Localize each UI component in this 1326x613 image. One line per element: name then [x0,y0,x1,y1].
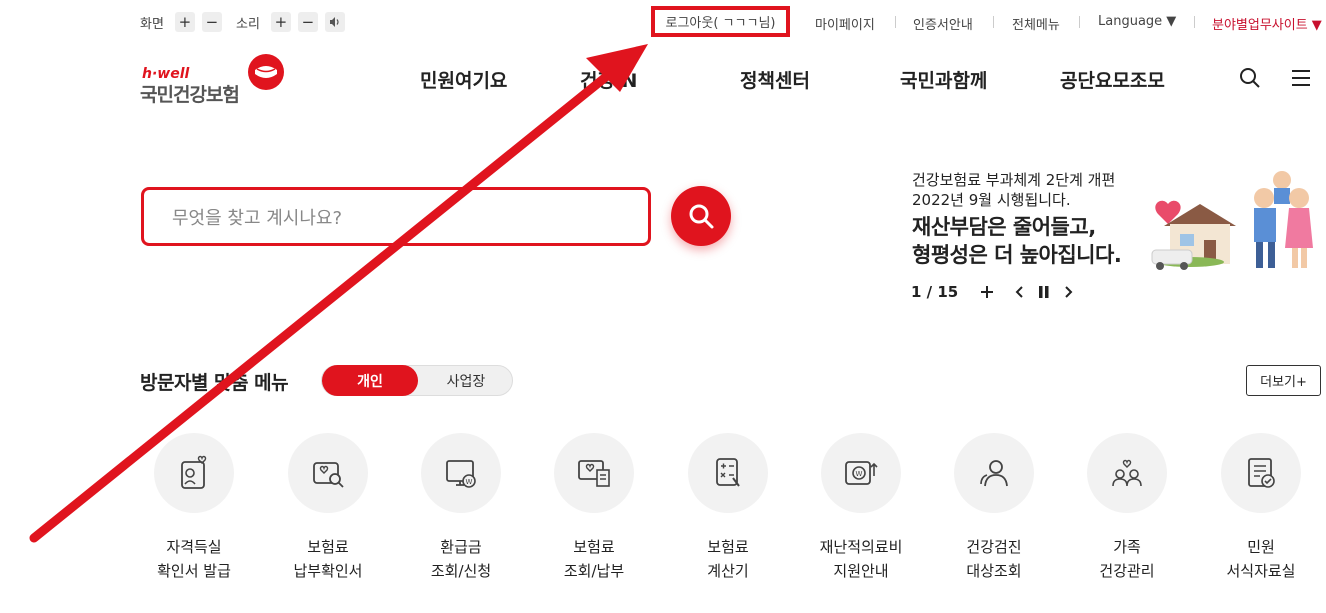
payment-search-icon [313,462,344,488]
tab-business[interactable]: 사업장 [418,366,514,395]
divider [895,16,896,28]
chevron-left-icon[interactable] [1014,285,1024,299]
menu-item-payment-confirm[interactable]: 보험료 납부확인서 [273,433,383,583]
more-button[interactable]: 더보기+ [1246,365,1321,396]
banner-subtitle: 건강보험료 부과체계 2단계 개편 2022년 9월 시행됩니다. [912,170,1115,210]
divider [1079,16,1080,28]
hamburger-menu-icon[interactable] [1290,67,1312,89]
menu-item-family-health[interactable]: 가족 건강관리 [1072,433,1182,583]
menu-item-label: 가족 [1113,538,1141,556]
menu-item-label: 확인서 발급 [157,562,231,580]
family-house-illustration [1151,171,1313,270]
speaker-icon[interactable] [324,12,345,32]
menu-item-label: 보험료 [307,538,349,556]
banner-headline: 재산부담은 줄어들고, 형평성은 더 높아집니다. [912,213,1122,269]
menu-item-label: 지원안내 [833,562,889,580]
nav-item-civil[interactable]: 민원여기요 [420,66,507,93]
menu-item-qualification[interactable]: 자격득실 확인서 발급 [139,433,249,583]
volume-up-button[interactable]: + [270,12,291,32]
menu-item-forms[interactable]: 민원 서식자료실 [1206,433,1316,583]
banner-headline-line1: 재산부담은 줄어들고, [912,215,1096,239]
banner-subtitle-line2: 2022년 9월 시행됩니다. [912,191,1071,209]
search-icon [689,204,714,229]
menu-item-premium-inquiry[interactable]: 보험료 조회/납부 [539,433,649,583]
all-menu-link[interactable]: 전체메뉴 [1012,14,1060,33]
certificate-icon [181,455,207,489]
chevron-right-icon[interactable] [1064,285,1074,299]
menu-item-label: 대상조회 [966,562,1022,580]
sound-label: 소리 [236,16,260,32]
language-select[interactable]: Language ▼ [1098,14,1176,29]
search-placeholder: 무엇을 찾고 계시나요? [172,208,343,229]
divider [1194,16,1195,28]
volume-down-button[interactable]: − [297,12,318,32]
divider [993,16,994,28]
nav-item-health[interactable]: 건강iN [580,66,637,93]
menu-item-checkup[interactable]: 건강검진 대상조회 [939,433,1049,583]
screen-zoom-control: 화면 + − [140,12,222,32]
family-icon [1112,459,1142,487]
premium-inquiry-icon [578,460,610,487]
menu-item-refund[interactable]: W 환급금 조회/신청 [406,433,516,583]
field-sites-select[interactable]: 분야별업무사이트 ▼ [1212,14,1322,33]
main-nav: 민원여기요 건강iN 정책센터 국민과함께 공단요모조모 [0,66,1326,96]
medical-support-icon: W [845,461,878,485]
logout-button[interactable]: 로그아웃( ㄱㄱㄱ님) [651,6,790,37]
menu-item-disaster-medical[interactable]: W 재난적의료비 지원안내 [806,433,916,583]
tab-personal[interactable]: 개인 [322,365,418,396]
menu-item-label: 조회/납부 [563,562,625,580]
menu-item-label: 자격득실 [166,538,222,556]
zoom-in-button[interactable]: + [174,12,195,32]
screen-zoom-label: 화면 [140,16,164,32]
visitor-type-toggle: 개인 사업장 [321,365,513,396]
banner-subtitle-line1: 건강보험료 부과체계 2단계 개편 [912,171,1116,189]
nav-item-policy[interactable]: 정책센터 [740,66,810,93]
nav-item-together[interactable]: 국민과함께 [900,66,987,93]
search-button[interactable] [671,186,731,246]
menu-item-label: 건강검진 [966,538,1022,556]
calculator-icon [716,458,740,487]
menu-item-label: 계산기 [707,562,749,580]
visitor-menu-title: 방문자별 맞춤 메뉴 [140,372,289,394]
refund-monitor-icon: W [446,460,476,488]
menu-item-label: 서식자료실 [1226,562,1296,580]
zoom-out-button[interactable]: − [201,12,222,32]
menu-item-calculator[interactable]: 보험료 계산기 [673,433,783,583]
certificate-guide-link[interactable]: 인증서안내 [913,14,973,33]
sound-control: 소리 + − [236,12,345,32]
pause-icon[interactable] [1038,285,1050,299]
mypage-link[interactable]: 마이페이지 [815,14,875,33]
menu-item-label: 민원 [1247,538,1275,556]
menu-item-label: 재난적의료비 [819,538,903,556]
menu-item-label: 보험료 [573,538,615,556]
menu-item-label: 보험료 [707,538,749,556]
menu-item-label: 납부확인서 [293,562,363,580]
menu-item-label: 건강관리 [1099,562,1155,580]
plus-icon[interactable] [980,285,994,299]
svg-text:W: W [466,478,473,486]
banner-headline-line2: 형평성은 더 높아집니다. [912,243,1122,267]
search-input[interactable]: 무엇을 찾고 계시나요? [141,187,651,246]
nav-item-about[interactable]: 공단요모조모 [1060,66,1165,93]
checkup-people-icon [980,460,1008,487]
logout-label: 로그아웃( ㄱㄱㄱ님) [665,16,776,31]
menu-item-label: 환급금 [440,538,482,556]
banner-pager: 1 / 15 [911,283,959,301]
banner-controls: 1 / 15 [911,283,1088,301]
menu-item-label: 조회/신청 [430,562,492,580]
forms-icon [1248,458,1275,488]
svg-text:W: W [856,470,863,478]
search-icon[interactable] [1239,67,1261,89]
